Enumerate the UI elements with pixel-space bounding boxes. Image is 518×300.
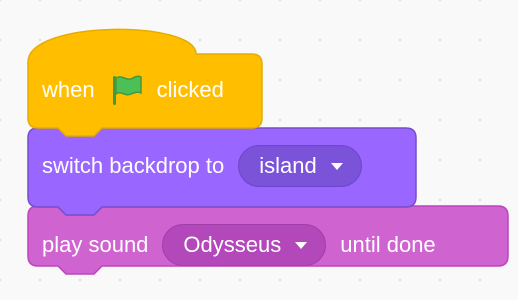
sound-dropdown[interactable]: Odysseus [162,224,327,266]
until-done-label: until done [340,232,436,257]
code-workspace[interactable]: when clicked switch backdrop to island p… [0,0,518,300]
backdrop-dropdown-value: island [259,153,317,178]
chevron-down-icon [330,162,343,170]
chevron-down-icon [295,241,308,249]
when-flag-clicked-block[interactable]: when clicked [42,70,224,110]
switch-backdrop-block[interactable]: switch backdrop to island [42,145,362,187]
clicked-label: clicked [156,77,224,102]
backdrop-dropdown[interactable]: island [238,145,362,187]
play-sound-block[interactable]: play sound Odysseus until done [42,224,436,266]
sound-dropdown-value: Odysseus [183,232,282,257]
play-sound-label: play sound [42,232,149,257]
switch-backdrop-label: switch backdrop to [42,153,225,178]
green-flag-icon [112,75,142,105]
when-label: when [42,77,95,102]
